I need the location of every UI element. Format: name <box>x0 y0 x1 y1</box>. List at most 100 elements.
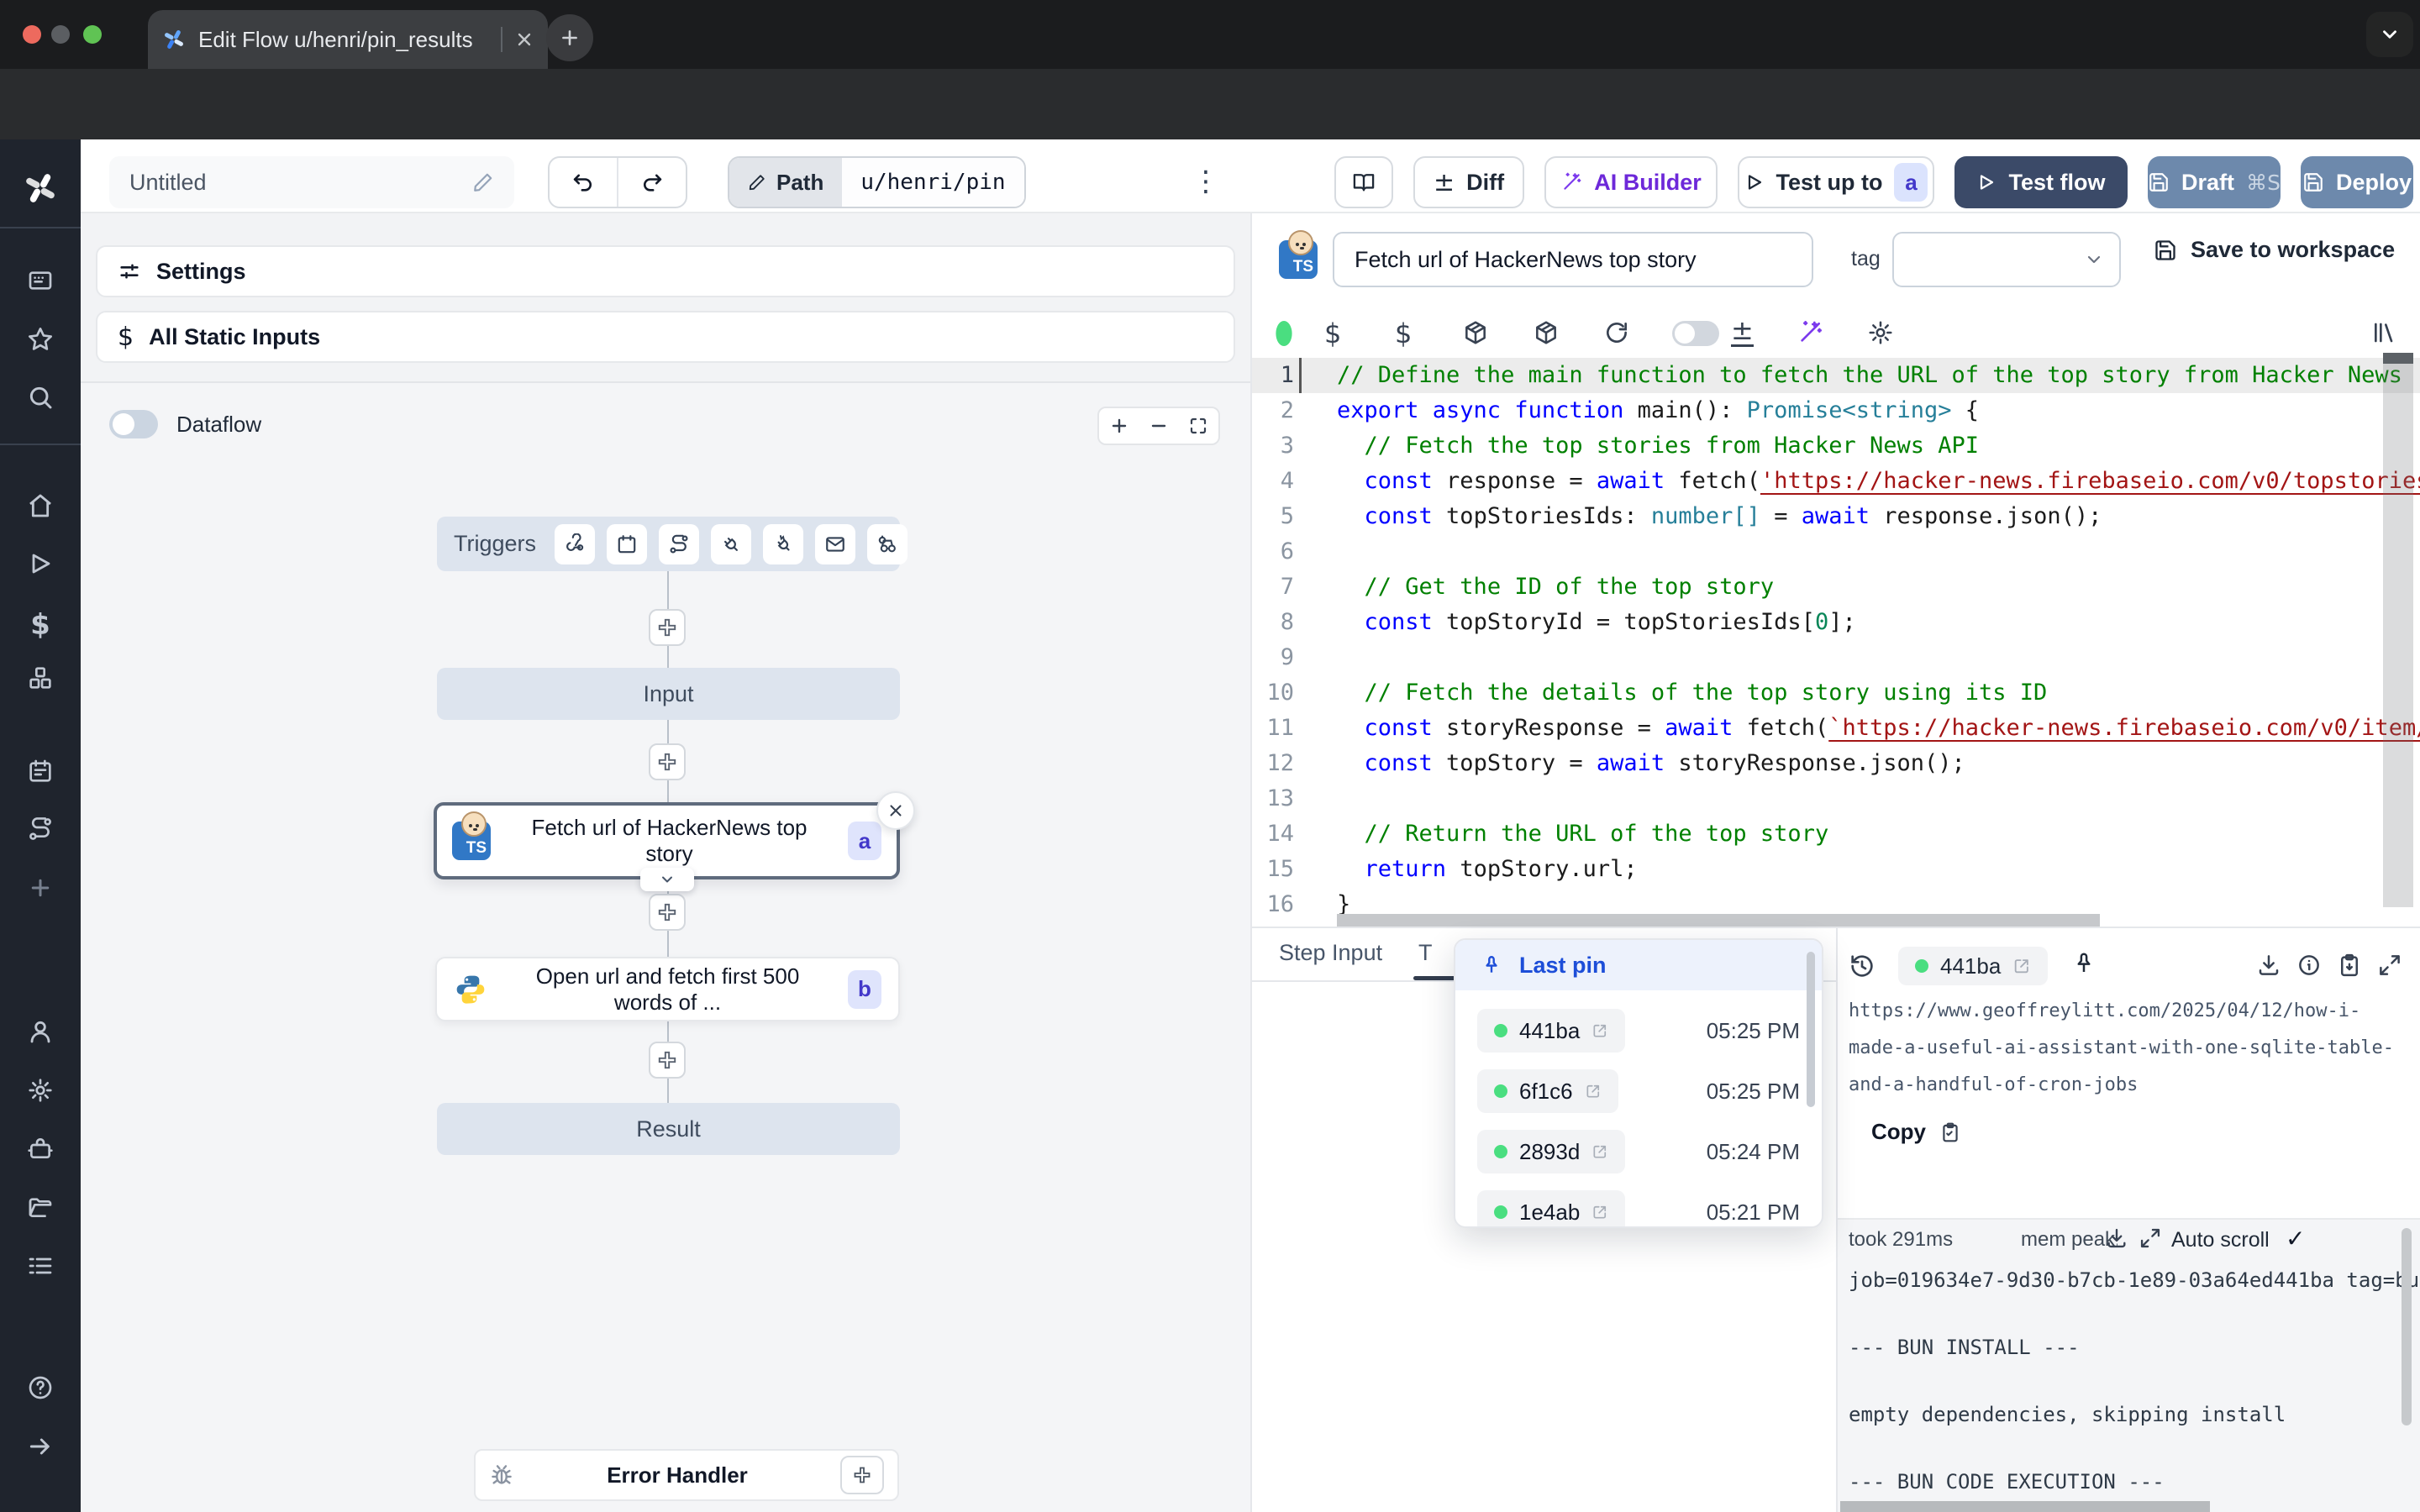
pin-history-item[interactable]: 2893d05:24 PM <box>1455 1121 1822 1182</box>
add-step-button[interactable] <box>649 894 686 931</box>
flow-title-field[interactable]: Untitled <box>109 156 514 208</box>
sidebar-item-folders[interactable] <box>0 1194 81 1221</box>
sidebar-item-triggers-routes[interactable] <box>0 816 81 843</box>
sidebar-item-resources[interactable] <box>0 664 81 691</box>
code-line[interactable]: 10 // Fetch the details of the top story… <box>1252 675 2420 711</box>
code-line[interactable]: 11 const storyResponse = await fetch(`ht… <box>1252 711 2420 746</box>
variables-icon[interactable]: $ <box>1324 318 1341 349</box>
add-error-handler-button[interactable] <box>840 1456 884 1494</box>
history-icon[interactable] <box>1849 953 1876 979</box>
email-trigger-icon[interactable] <box>815 524 855 564</box>
sidebar-item-favorites[interactable] <box>0 326 81 353</box>
external-link-icon[interactable] <box>1585 1083 1602 1100</box>
test-up-to-step-badge[interactable]: a <box>1894 163 1928 202</box>
traffic-light-minimize[interactable] <box>51 25 70 44</box>
traffic-light-close[interactable] <box>23 25 41 44</box>
code-line[interactable]: 12 const topStory = await storyResponse.… <box>1252 746 2420 781</box>
tab-search-caret[interactable] <box>2366 12 2413 57</box>
sidebar-item-runs[interactable] <box>0 550 81 577</box>
code-line[interactable]: 1// Define the main function to fetch th… <box>1252 358 2420 393</box>
result-url[interactable]: https://www.geoffreylitt.com/2025/04/12/… <box>1849 993 2410 1104</box>
schedule-trigger-icon[interactable] <box>607 524 647 564</box>
new-tab-button[interactable] <box>546 14 593 61</box>
expand-result-icon[interactable] <box>2377 953 2402 978</box>
info-icon[interactable] <box>2296 953 2322 978</box>
external-link-icon[interactable] <box>1591 1022 1608 1039</box>
diff-icon[interactable]: ± <box>1731 316 1754 347</box>
pin-history-item[interactable]: 441ba05:25 PM <box>1455 1000 1822 1061</box>
dataflow-toggle[interactable] <box>109 410 158 438</box>
run-id-badge[interactable]: 441ba <box>1477 1009 1625 1053</box>
reload-script-icon[interactable] <box>1603 319 1630 346</box>
code-line[interactable]: 3 // Fetch the top stories from Hacker N… <box>1252 428 2420 464</box>
copy-json-clipboard-icon[interactable] <box>2337 953 2362 978</box>
diff-mode-toggle[interactable] <box>1672 321 1719 346</box>
pin-result-icon[interactable] <box>2071 951 2096 976</box>
add-step-button[interactable] <box>649 609 686 646</box>
code-line[interactable]: 8 const topStoryId = topStoriesIds[0]; <box>1252 605 2420 640</box>
pin-history-item[interactable]: 1e4ab05:21 PM <box>1455 1182 1822 1228</box>
logs-horizontal-scrollbar[interactable] <box>1840 1501 2210 1512</box>
editor-horizontal-scrollbar[interactable] <box>1337 914 2100 927</box>
webhook-trigger-icon[interactable] <box>555 524 595 564</box>
windmill-logo[interactable] <box>0 170 81 207</box>
resources-icon[interactable]: $ <box>1395 318 1412 349</box>
input-node[interactable]: Input <box>437 668 900 720</box>
websocket-trigger-icon[interactable] <box>711 524 751 564</box>
package-icon[interactable] <box>1462 319 1489 346</box>
sidebar-item-schedules[interactable] <box>0 758 81 785</box>
code-line[interactable]: 14 // Return the URL of the top story <box>1252 816 2420 852</box>
log-output[interactable]: job=019634e7-9d30-b7cb-1e89-03a64ed441ba… <box>1849 1263 2420 1499</box>
draft-button[interactable]: Draft ⌘S <box>2148 156 2281 208</box>
test-flow-button[interactable]: Test flow <box>1954 156 2128 208</box>
code-line[interactable]: 13 <box>1252 781 2420 816</box>
zoom-out-icon[interactable] <box>1149 416 1169 436</box>
editor-settings-gear-icon[interactable] <box>1867 319 1894 346</box>
code-line[interactable]: 2export async function main(): Promise<s… <box>1252 393 2420 428</box>
sidebar-item-home[interactable] <box>0 492 81 519</box>
collapse-node-chevron[interactable] <box>640 868 694 891</box>
tab-step-input[interactable]: Step Input <box>1279 940 1382 966</box>
ai-builder-button[interactable]: AI Builder <box>1544 156 1718 208</box>
kafka-trigger-icon[interactable] <box>763 524 803 564</box>
editor-vertical-scrollbar[interactable] <box>2383 353 2413 907</box>
run-id-badge[interactable]: 6f1c6 <box>1477 1069 1618 1113</box>
logs-vertical-scrollbar[interactable] <box>2402 1228 2412 1425</box>
external-link-icon[interactable] <box>1591 1143 1608 1160</box>
code-line[interactable]: 9 <box>1252 640 2420 675</box>
edit-title-pencil-icon[interactable] <box>472 171 494 193</box>
undo-icon[interactable] <box>550 158 617 207</box>
sidebar-expand-icon[interactable] <box>0 1433 81 1460</box>
tab-close-icon[interactable] <box>514 29 534 50</box>
sidebar-item-search[interactable] <box>0 384 81 411</box>
code-line[interactable]: 5 const topStoriesIds: number[] = await … <box>1252 499 2420 534</box>
flow-settings-row[interactable]: Settings <box>96 245 1235 297</box>
more-options-kebab-icon[interactable]: ⋮ <box>1192 165 1220 198</box>
traffic-light-zoom[interactable] <box>83 25 102 44</box>
library-icon[interactable] <box>2371 319 2398 346</box>
fit-view-icon[interactable] <box>1188 416 1208 436</box>
tag-select[interactable] <box>1892 232 2121 287</box>
external-link-icon[interactable] <box>1591 1204 1608 1221</box>
sidebar-item-help[interactable] <box>0 1374 81 1401</box>
last-pin-option[interactable]: Last pin <box>1455 940 1822 990</box>
run-id-badge[interactable]: 441ba <box>1898 947 2048 985</box>
polling-watch-trigger-icon[interactable] <box>867 524 908 564</box>
add-step-button[interactable] <box>649 1042 686 1079</box>
dropdown-scrollbar[interactable] <box>1807 952 1815 1107</box>
editor-scroll-thumb[interactable] <box>2383 353 2413 364</box>
code-editor[interactable]: 1// Define the main function to fetch th… <box>1252 353 2420 927</box>
code-line[interactable]: 7 // Get the ID of the top story <box>1252 570 2420 605</box>
sidebar-item-workers[interactable] <box>0 1135 81 1162</box>
sidebar-item-account[interactable] <box>0 1018 81 1045</box>
result-node[interactable]: Result <box>437 1103 900 1155</box>
sidebar-item-apps[interactable] <box>0 267 81 294</box>
test-up-to-button[interactable]: Test up to a <box>1738 156 1934 208</box>
docs-book-button[interactable] <box>1334 156 1393 208</box>
browser-tab[interactable]: Edit Flow u/henri/pin_results <box>148 10 548 69</box>
triggers-node[interactable]: Triggers <box>437 517 900 571</box>
add-step-button[interactable] <box>649 743 686 780</box>
sidebar-item-settings[interactable] <box>0 1077 81 1104</box>
code-line[interactable]: 6 <box>1252 534 2420 570</box>
step-name-input[interactable]: Fetch url of HackerNews top story <box>1333 232 1813 287</box>
